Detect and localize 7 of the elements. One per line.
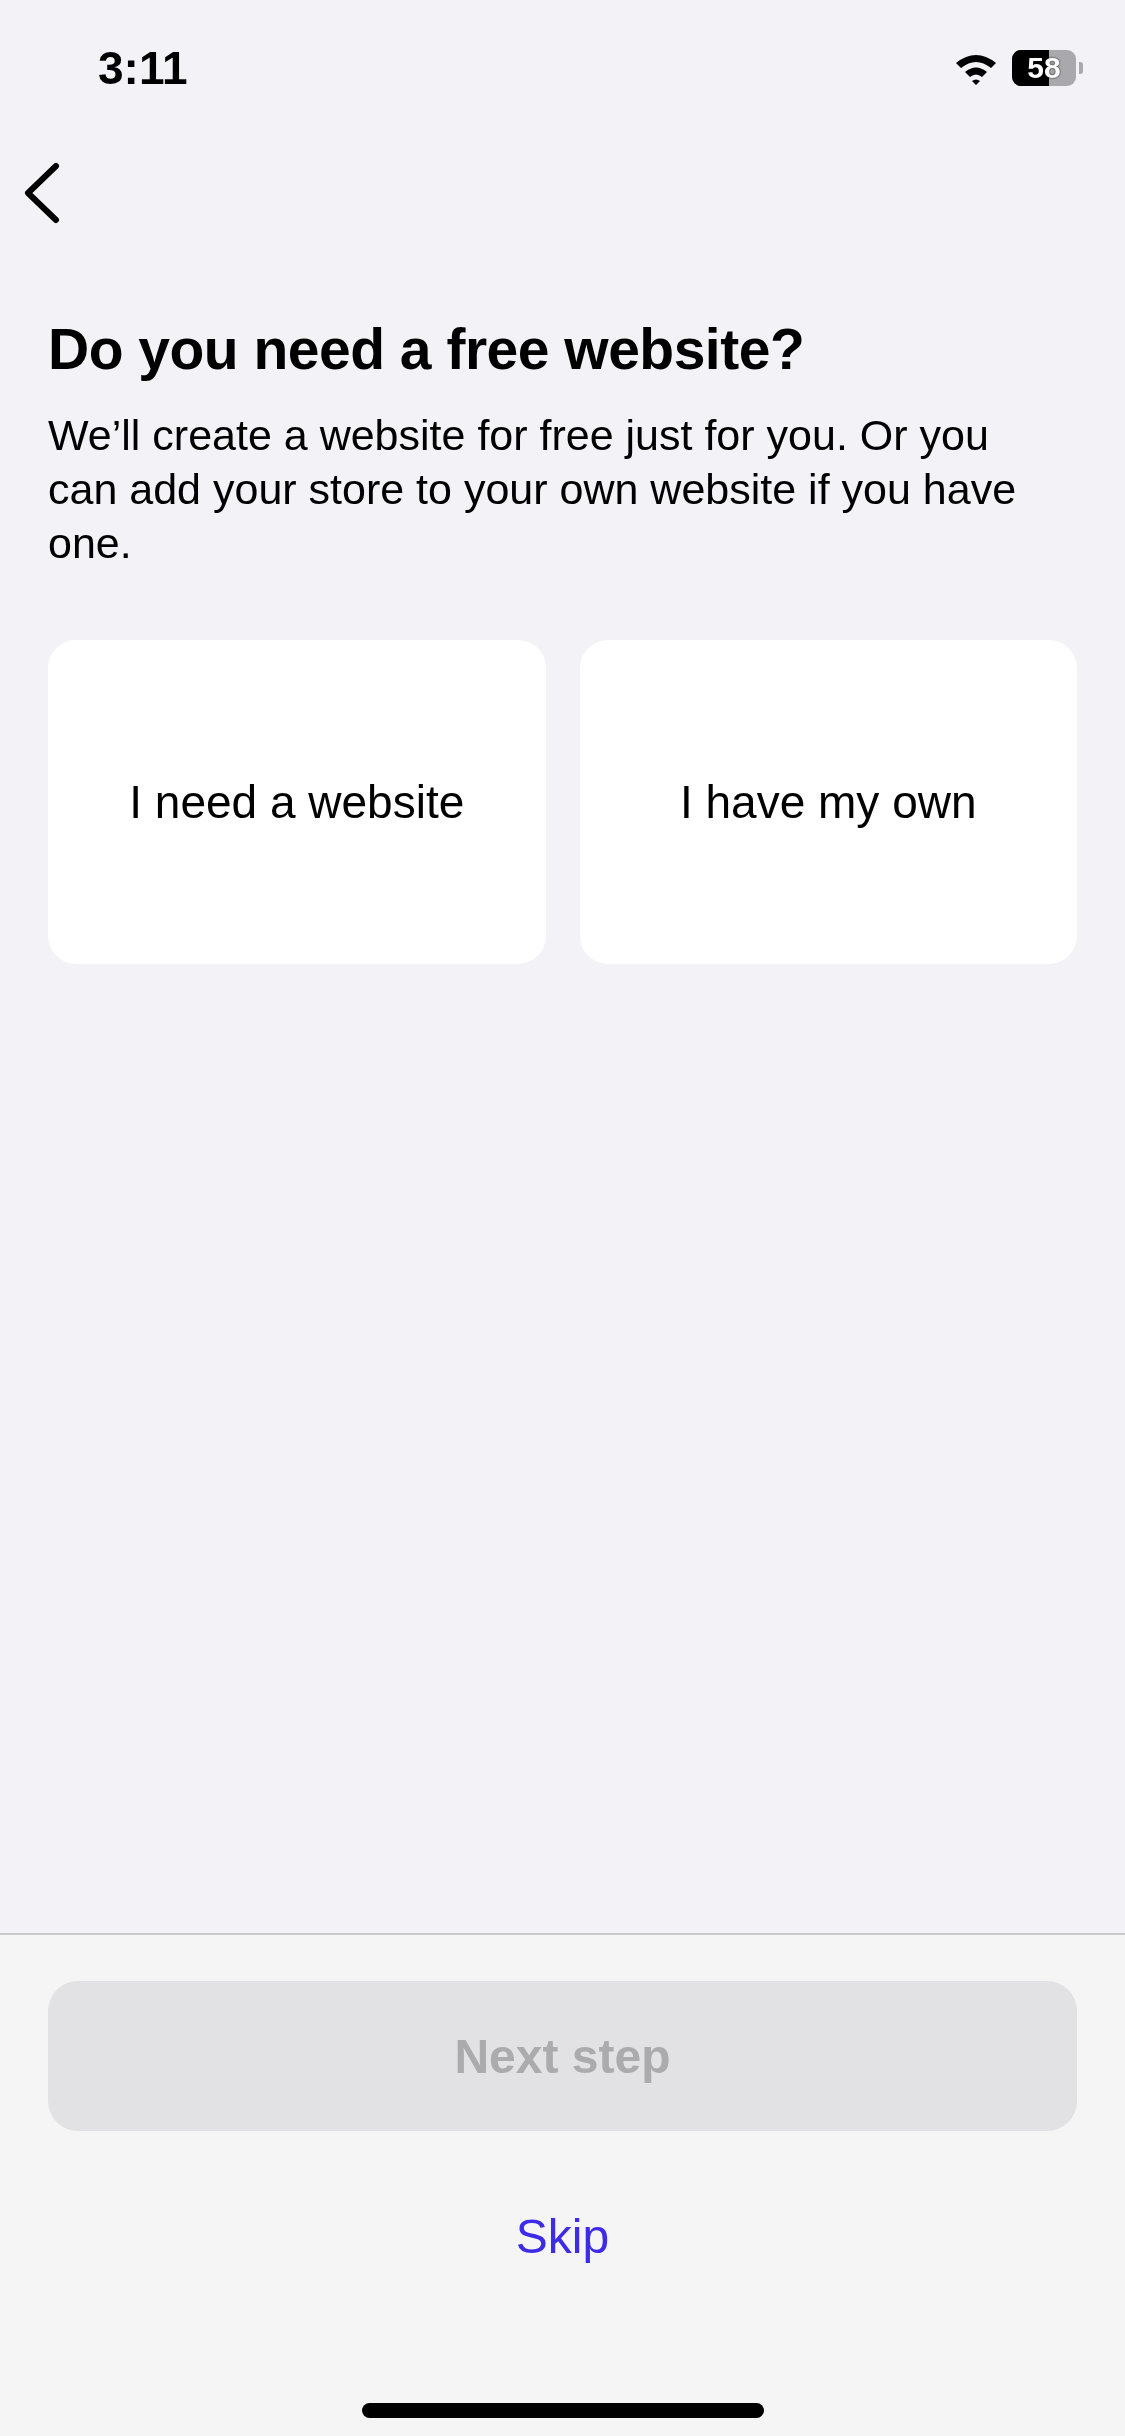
page-title: Do you need a free website? — [48, 316, 806, 382]
option-card[interactable]: I need a website — [48, 640, 546, 964]
back-button[interactable] — [22, 162, 62, 224]
skip-link[interactable]: Skip — [515, 2209, 610, 2264]
option-card[interactable]: I have my own — [579, 640, 1077, 964]
description-text: We’ll create a website for free just for you. Or you can add your store to your own website if you have one. — [48, 410, 1018, 569]
status-time: 3:11 — [98, 41, 188, 95]
